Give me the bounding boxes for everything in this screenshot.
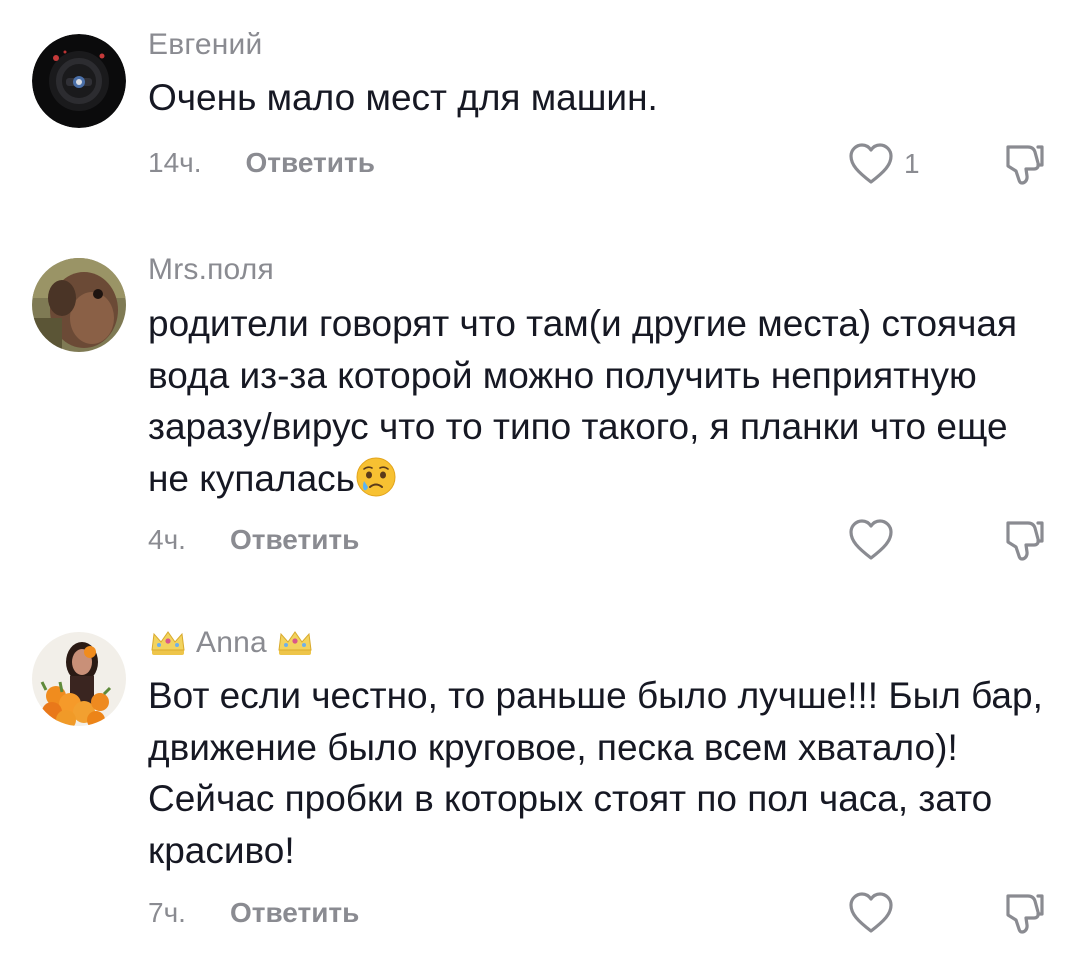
heart-icon bbox=[848, 518, 894, 562]
thumbs-down-icon bbox=[998, 139, 1046, 187]
dislike-button[interactable] bbox=[998, 888, 1046, 936]
like-button[interactable]: 1 bbox=[848, 139, 920, 189]
comment-text: Вот если честно, то раньше было лучше!!!… bbox=[148, 670, 1058, 876]
comment-text-content: Очень мало мест для машин. bbox=[148, 77, 658, 118]
reply-button[interactable]: Ответить bbox=[230, 897, 359, 929]
crown-icon bbox=[148, 628, 188, 658]
heart-icon bbox=[848, 891, 894, 935]
comment-text-content: родители говорят что там(и другие места)… bbox=[148, 303, 1018, 499]
comment-time: 4ч. bbox=[148, 524, 186, 555]
dislike-button[interactable] bbox=[998, 139, 1046, 187]
avatar[interactable] bbox=[32, 632, 126, 726]
comment-meta: 7ч. Ответить bbox=[148, 893, 359, 933]
reply-button[interactable]: Ответить bbox=[246, 147, 375, 179]
comment-meta: 4ч. Ответить bbox=[148, 520, 359, 560]
username[interactable]: Anna bbox=[148, 626, 315, 660]
username-label: Евгений bbox=[148, 28, 263, 61]
comment-time: 14ч. bbox=[148, 147, 202, 178]
username[interactable]: Mrs.поля bbox=[148, 253, 274, 287]
comment-text: Очень мало мест для машин. bbox=[148, 72, 1058, 124]
dislike-button[interactable] bbox=[998, 515, 1046, 563]
crying-face-emoji bbox=[355, 456, 397, 498]
like-button[interactable] bbox=[848, 888, 904, 938]
thumbs-down-icon bbox=[998, 515, 1046, 563]
username[interactable]: Евгений bbox=[148, 28, 262, 62]
reply-button[interactable]: Ответить bbox=[230, 524, 359, 556]
comment-text-content: Вот если честно, то раньше было лучше!!!… bbox=[148, 675, 1043, 871]
like-count: 1 bbox=[904, 148, 920, 179]
comment-text: родители говорят что там(и другие места)… bbox=[148, 298, 1058, 504]
crown-icon bbox=[275, 628, 315, 658]
comment-meta: 14ч. Ответить bbox=[148, 143, 375, 183]
username-label: Anna bbox=[196, 626, 267, 659]
avatar[interactable] bbox=[32, 258, 126, 352]
comment-time: 7ч. bbox=[148, 897, 186, 928]
thumbs-down-icon bbox=[998, 888, 1046, 936]
heart-icon bbox=[848, 142, 894, 186]
like-button[interactable] bbox=[848, 515, 904, 565]
username-label: Mrs.поля bbox=[148, 253, 274, 286]
avatar[interactable] bbox=[32, 34, 126, 128]
